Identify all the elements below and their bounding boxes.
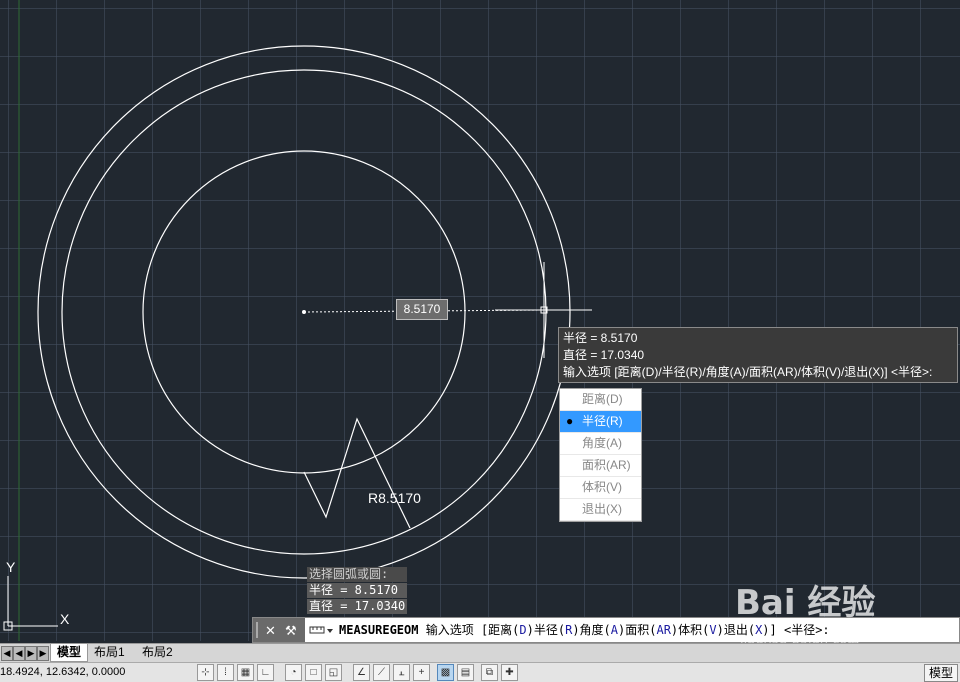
measure-ruler-icon[interactable] [309,622,335,638]
wrench-icon: ⚒ [285,624,297,639]
transparency-icon[interactable]: ▩ [437,664,454,681]
option-menu: 距离(D) ● 半径(R) 角度(A) 面积(AR) 体积(V) 退出(X) [559,388,642,522]
tooltip-radius: 半径 = 8.5170 [563,331,638,345]
menu-item-distance[interactable]: 距离(D) [560,389,641,411]
tooltip-diameter: 直径 = 17.0340 [563,348,645,362]
command-controls-icons: ✕ ⚒ [256,622,297,639]
ortho-mode-icon[interactable]: ∟ [257,664,274,681]
command-name: MEASUREGEOM [339,623,419,637]
infer-constraints-icon[interactable]: ⊹ [197,664,214,681]
opt-angle[interactable]: )角度( [572,623,610,637]
menu-item-label: 角度(A) [582,436,622,450]
polar-tracking-icon[interactable]: ◔ [285,664,302,681]
menu-item-label: 面积(AR) [582,458,631,472]
history-line: 半径 = 8.5170 [307,583,408,598]
command-prompt-text: 输入选项 [ [425,623,489,637]
opt-exit[interactable]: )退出( [717,623,755,637]
command-history: 选择圆弧或圆: 半径 = 8.5170 直径 = 17.0340 [307,567,408,615]
lineweight-icon[interactable]: + [413,664,430,681]
dynamic-input-icon[interactable]: ⫠ [393,664,410,681]
command-suffix: )] <半径>: [762,623,830,637]
opt-key[interactable]: A [611,623,618,637]
opt-volume[interactable]: )体积( [671,623,709,637]
selected-dot-icon: ● [566,414,574,428]
opt-radius[interactable]: )半径( [527,623,565,637]
radius-leader [303,417,411,529]
dynamic-ucs-icon[interactable]: ⟋ [373,664,390,681]
layout-tab-bar: ◀ ◀ ▶ ▶ 模型 布局1 布局2 [0,643,960,662]
opt-key[interactable]: D [519,623,526,637]
measure-tooltip: 半径 = 8.5170 直径 = 17.0340 输入选项 [距离(D)/半径(… [558,327,958,383]
object-snap-icon[interactable]: □ [305,664,322,681]
history-line: 选择圆弧或圆: [307,567,408,582]
radius-dimension-text: R8.5170 [368,490,421,506]
opt-area[interactable]: )面积( [618,623,656,637]
dynamic-dimension-box[interactable]: 8.5170 [396,299,448,320]
menu-item-label: 距离(D) [582,392,623,406]
status-bar: 18.4924, 12.6342, 0.0000 ⊹ ⁞ ▦ ∟ ◔ □ ◱ ∠… [0,662,960,682]
tab-layout2[interactable]: 布局2 [136,644,179,661]
menu-item-exit[interactable]: 退出(X) [560,499,641,521]
close-icon: ✕ [265,624,276,639]
tab-model[interactable]: 模型 [50,644,89,662]
baidu-watermark-logo: Bai 经验 [735,583,876,623]
menu-item-label: 体积(V) [582,480,622,494]
grip-icon [256,622,258,638]
history-line: 直径 = 17.0340 [307,599,408,614]
menu-item-label: 半径(R) [582,414,623,428]
menu-item-label: 退出(X) [582,502,622,516]
opt-key[interactable]: AR [656,623,670,637]
first-tab-icon[interactable]: ◀ [1,646,13,661]
command-line-controls: ✕ ⚒ [253,618,305,642]
menu-item-area[interactable]: 面积(AR) [560,455,641,477]
menu-item-radius[interactable]: ● 半径(R) [560,411,641,433]
opt-distance[interactable]: 距离( [488,623,519,637]
tooltip-options: 输入选项 [距离(D)/半径(R)/角度(A)/面积(AR)/体积(V)/退出(… [563,365,933,379]
prev-tab-icon[interactable]: ◀ [13,646,25,661]
ucs-x-label: X [60,611,70,627]
quick-properties-icon[interactable]: ▤ [457,664,474,681]
snap-mode-icon[interactable]: ⁞ [217,664,234,681]
annotation-monitor-icon[interactable]: ✚ [501,664,518,681]
last-tab-icon[interactable]: ▶ [37,646,49,661]
model-space-button[interactable]: 模型 [923,664,958,682]
3d-object-snap-icon[interactable]: ◱ [325,664,342,681]
ucs-y-label: Y [6,559,16,575]
menu-item-angle[interactable]: 角度(A) [560,433,641,455]
tab-layout1[interactable]: 布局1 [88,644,131,661]
next-tab-icon[interactable]: ▶ [25,646,37,661]
grid-display-icon[interactable]: ▦ [237,664,254,681]
menu-item-volume[interactable]: 体积(V) [560,477,641,499]
object-snap-tracking-icon[interactable]: ∠ [353,664,370,681]
coordinate-readout: 18.4924, 12.6342, 0.0000 [0,666,126,678]
selection-cycling-icon[interactable]: ⧉ [481,664,498,681]
opt-key[interactable]: V [709,623,716,637]
